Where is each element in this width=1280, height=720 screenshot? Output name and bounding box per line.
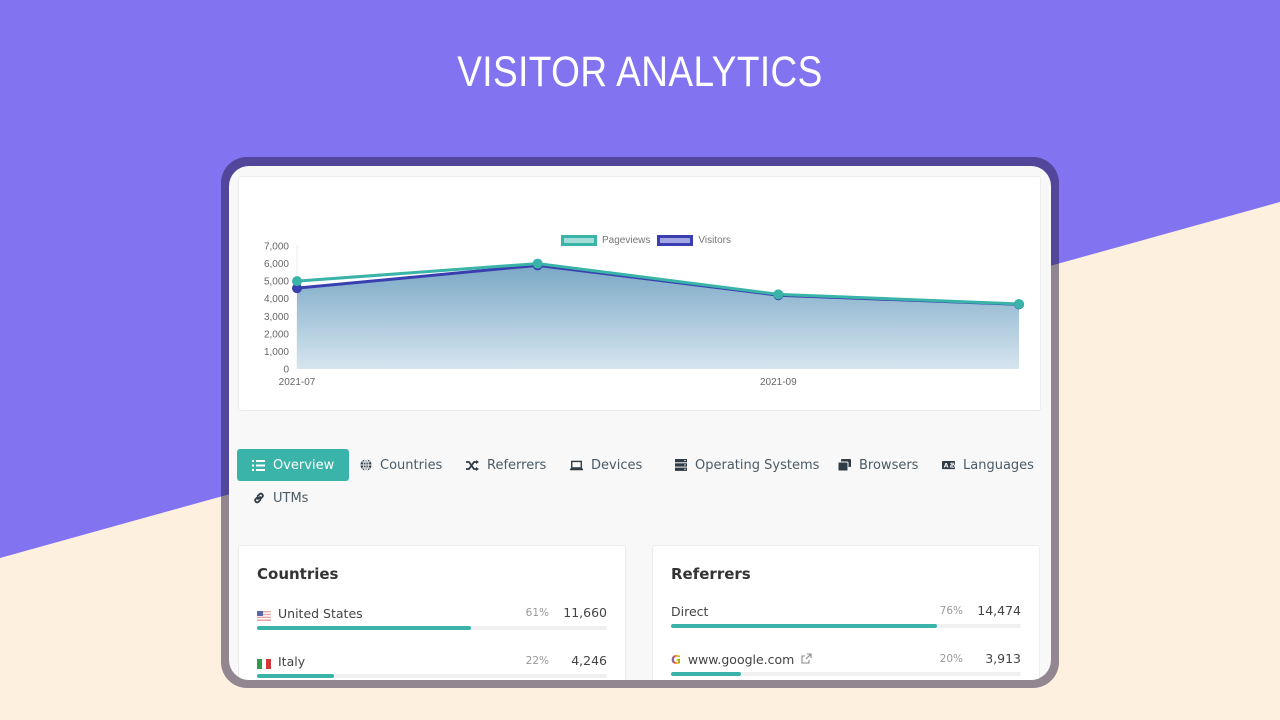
language-icon: Aあ xyxy=(942,459,955,472)
data-point-pageviews[interactable] xyxy=(532,258,543,269)
tab-label: Languages xyxy=(963,457,1034,473)
y-tick-label: 0 xyxy=(283,365,289,376)
referrer-count: 14,474 xyxy=(977,603,1021,618)
referrers-panel-title: Referrers xyxy=(671,565,751,583)
server-icon xyxy=(674,459,687,472)
referrer-progress-track xyxy=(671,672,1021,676)
referrer-progress-track xyxy=(671,624,1021,628)
referrer-row-google[interactable]: G www.google.com 20% 3,913 xyxy=(671,651,1021,680)
tab-label: Devices xyxy=(591,457,643,473)
y-tick-label: 5,000 xyxy=(264,277,289,288)
tab-overview[interactable]: Overview xyxy=(237,449,350,481)
tab-devices[interactable]: Devices xyxy=(555,449,657,481)
country-row-united-states[interactable]: United States 61% 11,660 xyxy=(257,605,607,636)
country-count: 11,660 xyxy=(563,605,607,620)
chart-legend: Pageviews Visitors xyxy=(561,235,738,246)
referrer-label: G www.google.com xyxy=(671,652,812,667)
us-flag-icon xyxy=(257,609,271,621)
referrers-panel: Referrers Direct 76% 14,474 G www.google… xyxy=(652,545,1040,680)
x-tick-label: 2021-07 xyxy=(279,377,316,388)
tab-operating-systems[interactable]: Operating Systems xyxy=(659,449,834,481)
link-icon xyxy=(252,492,265,505)
list-icon xyxy=(252,459,265,472)
country-progress-fill xyxy=(257,674,334,678)
tab-countries[interactable]: Countries xyxy=(344,449,457,481)
visits-line-chart: 0 1,000 2,000 3,000 4,000 5,000 6,000 7,000 202… xyxy=(264,242,1024,388)
external-link-icon[interactable] xyxy=(801,652,812,667)
svg-text:あ: あ xyxy=(949,461,955,469)
country-progress-track xyxy=(257,626,607,630)
tab-label: Overview xyxy=(273,457,335,473)
y-tick-label: 2,000 xyxy=(264,329,289,340)
page-title: VISITOR ANALYTICS xyxy=(457,48,823,96)
country-name: United States xyxy=(278,606,363,621)
svg-text:A: A xyxy=(944,462,949,469)
italy-flag-icon xyxy=(257,657,271,669)
tab-label: Countries xyxy=(380,457,443,473)
tab-label: Operating Systems xyxy=(695,457,820,473)
tab-label: Browsers xyxy=(859,457,919,473)
shuffle-icon xyxy=(466,459,479,472)
data-point-pageviews[interactable] xyxy=(773,289,784,300)
legend-swatch-pageviews xyxy=(561,235,597,246)
country-progress-track xyxy=(257,674,607,678)
tab-languages[interactable]: Aあ Languages xyxy=(927,449,1049,481)
window-restore-icon xyxy=(838,459,851,472)
referrer-row-direct[interactable]: Direct 76% 14,474 xyxy=(671,603,1021,634)
analytics-screen: 0 1,000 2,000 3,000 4,000 5,000 6,000 7,000 202… xyxy=(229,166,1051,680)
country-percent: 22% xyxy=(525,655,549,667)
legend-swatch-visitors xyxy=(657,235,694,246)
countries-panel-title: Countries xyxy=(257,565,339,583)
tab-browsers[interactable]: Browsers xyxy=(823,449,933,481)
country-progress-fill xyxy=(257,626,471,630)
y-tick-label: 3,000 xyxy=(264,312,289,323)
referrer-count: 3,913 xyxy=(985,651,1021,666)
tab-label: UTMs xyxy=(273,490,309,506)
tab-utms[interactable]: UTMs xyxy=(237,482,323,514)
y-tick-label: 7,000 xyxy=(264,242,289,253)
tab-label: Referrers xyxy=(487,457,547,473)
x-tick-label: 2021-09 xyxy=(760,377,797,388)
country-name: Italy xyxy=(278,654,306,669)
legend-label-visitors: Visitors xyxy=(698,235,731,246)
y-tick-label: 6,000 xyxy=(264,259,289,270)
y-tick-label: 1,000 xyxy=(264,347,289,358)
countries-panel: Countries United States 61% 11,660 Italy… xyxy=(238,545,626,680)
y-tick-label: 4,000 xyxy=(264,294,289,305)
referrer-percent: 20% xyxy=(939,653,963,665)
country-percent: 61% xyxy=(525,607,549,619)
referrer-progress-fill xyxy=(671,624,937,628)
laptop-icon xyxy=(570,459,583,472)
visits-chart-card: 0 1,000 2,000 3,000 4,000 5,000 6,000 7,000 202… xyxy=(238,176,1041,411)
globe-icon xyxy=(359,459,372,472)
referrer-progress-fill xyxy=(671,672,741,676)
country-label: United States xyxy=(257,606,363,621)
legend-item-pageviews[interactable]: Pageviews xyxy=(561,235,650,246)
legend-item-visitors[interactable]: Visitors xyxy=(657,235,731,246)
data-point-pageviews[interactable] xyxy=(1014,298,1024,309)
referrer-label: Direct xyxy=(671,604,708,619)
tab-referrers[interactable]: Referrers xyxy=(451,449,561,481)
country-count: 4,246 xyxy=(571,653,607,668)
legend-label-pageviews: Pageviews xyxy=(602,235,651,246)
google-icon: G xyxy=(671,652,681,667)
country-label: Italy xyxy=(257,654,305,669)
referrer-name: www.google.com xyxy=(687,652,795,667)
data-point-pageviews[interactable] xyxy=(292,276,302,287)
referrer-name: Direct xyxy=(671,604,709,619)
referrer-percent: 76% xyxy=(939,605,963,617)
country-row-italy[interactable]: Italy 22% 4,246 xyxy=(257,653,607,680)
